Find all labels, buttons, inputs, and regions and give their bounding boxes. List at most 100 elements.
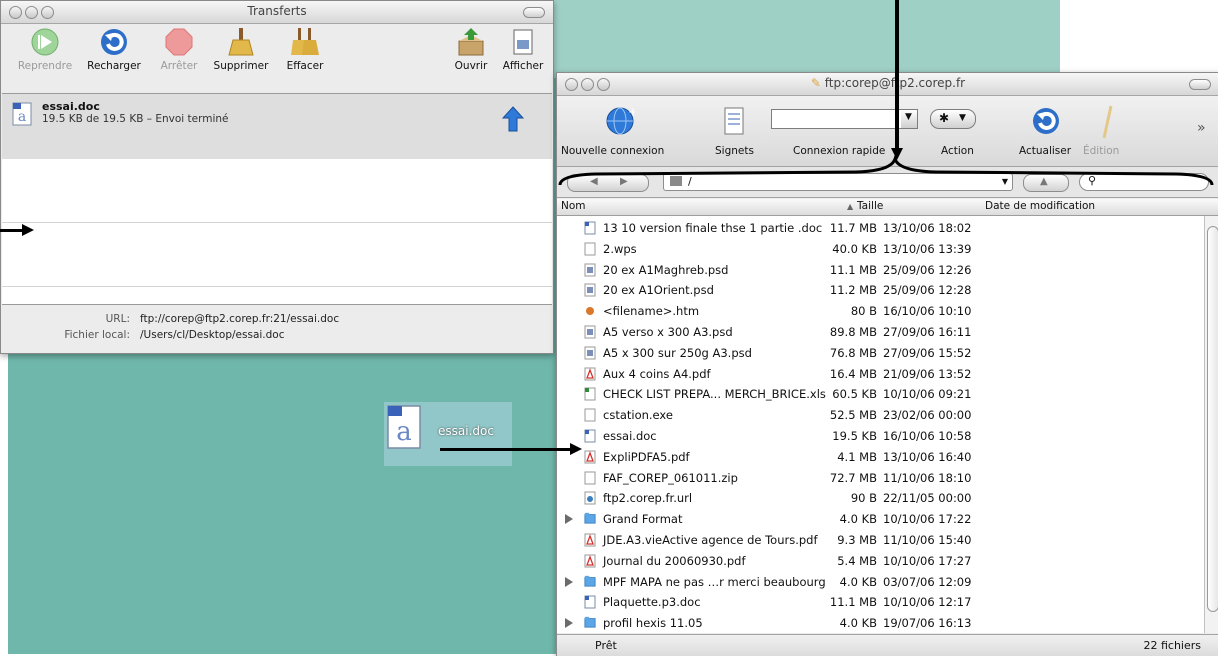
transfers-titlebar[interactable]: Transferts — [1, 1, 553, 24]
file-row[interactable]: CHECK LIST PREPA... MERCH_BRICE.xls 60.5 … — [557, 384, 1204, 405]
file-size: 76.8 MB — [829, 345, 877, 360]
file-file-icon — [584, 471, 596, 485]
file-row[interactable]: Grand Format 4.0 KB 10/10/06 17:22 — [557, 509, 1204, 530]
ftp-titlebar[interactable]: ✎ ftp:corep@ftp2.corep.fr — [557, 73, 1218, 96]
file-size: 89.8 MB — [829, 325, 877, 339]
toolbar-toggle-button[interactable] — [1189, 79, 1211, 90]
brooms-icon — [291, 28, 319, 55]
delete-button[interactable]: Supprimer — [208, 27, 274, 72]
doc-file-icon — [584, 595, 596, 609]
file-row[interactable]: 20 ex A1Orient.psd 11.2 MB 25/09/06 12:28 — [557, 280, 1204, 301]
file-row[interactable]: 20 ex A1Maghreb.psd 11.1 MB 25/09/06 12:26 — [557, 260, 1204, 281]
toolbar-toggle-button[interactable] — [523, 7, 545, 18]
annotation-arrow-line — [440, 448, 572, 451]
refresh-icon[interactable] — [1031, 106, 1061, 136]
transfer-row[interactable]: a essai.doc 19.5 KB de 19.5 KB – Envoi t… — [2, 94, 552, 159]
file-row[interactable]: 2.wps 40.0 KB 13/10/06 13:39 — [557, 239, 1204, 260]
file-row[interactable]: MPF MAPA ne pas …r merci beaubourg 4.0 KB… — [557, 572, 1204, 593]
file-size: 19.5 KB — [832, 429, 877, 443]
file-name: 2.wps — [603, 241, 637, 256]
toolbar-overflow-icon[interactable]: » — [1197, 120, 1206, 136]
psd-file-icon — [584, 283, 596, 297]
file-row[interactable]: A5 verso x 300 A3.psd 89.8 MB 27/09/06 16:… — [557, 322, 1204, 343]
file-name: Plaquette.p3.doc — [603, 595, 701, 610]
action-menu-button[interactable]: ✱ ▼ — [930, 109, 976, 129]
file-row[interactable]: <filename>.htm 80 B 16/10/06 10:10 — [557, 301, 1204, 322]
file-name: A5 verso x 300 A3.psd — [603, 325, 733, 339]
background-white-area — [1060, 0, 1218, 78]
show-file-icon — [513, 29, 533, 55]
disclosure-triangle-icon[interactable] — [565, 618, 573, 629]
column-header-date[interactable]: Date de modification — [985, 200, 1095, 212]
psd-file-icon — [584, 263, 596, 277]
annotation-arrow-line — [0, 229, 24, 232]
desktop-icon-label[interactable]: essai.doc — [438, 424, 494, 438]
url-label: URL: — [105, 313, 130, 325]
window-title: Transferts — [247, 4, 307, 18]
file-row[interactable]: profil hexis 11.05 4.0 KB 19/07/06 16:13 — [557, 613, 1204, 634]
file-size: 4.0 KB — [839, 574, 877, 589]
file-date: 16/10/06 10:58 — [883, 429, 972, 443]
disclosure-triangle-icon[interactable] — [565, 514, 573, 525]
pdf-file-icon — [584, 533, 596, 547]
reload-button[interactable]: Recharger — [83, 27, 145, 72]
svg-text:+: + — [628, 106, 635, 119]
svg-text:a: a — [396, 417, 412, 447]
file-row[interactable]: cstation.exe 52.5 MB 23/02/06 00:00 — [557, 405, 1204, 426]
file-size: 90 B — [850, 491, 877, 506]
file-row[interactable]: Aux 4 coins A4.pdf 16.4 MB 21/09/06 13:52 — [557, 364, 1204, 385]
column-header-size[interactable]: Taille — [857, 200, 883, 212]
file-name: ExpliPDFA5.pdf — [603, 449, 690, 464]
file-count: 22 fichiers — [1143, 639, 1201, 652]
vertical-scrollbar[interactable] — [1204, 216, 1218, 633]
stop-icon — [165, 28, 193, 56]
file-size: 11.1 MB — [829, 595, 877, 610]
doc-file-icon — [584, 221, 596, 235]
open-button[interactable]: Ouvrir — [449, 27, 493, 72]
file-date: 27/09/06 15:52 — [883, 345, 972, 360]
quick-connect-input[interactable] — [771, 109, 907, 129]
file-name: ftp2.corep.fr.url — [603, 491, 693, 506]
resume-button[interactable]: Reprendre — [15, 27, 75, 72]
file-size: 4.1 MB — [837, 449, 877, 464]
psd-file-icon — [584, 325, 596, 339]
file-row[interactable]: Journal du 20060930.pdf 5.4 MB 10/10/06 17… — [557, 551, 1204, 572]
file-date: 21/09/06 13:52 — [883, 366, 972, 381]
file-date: 23/02/06 00:00 — [883, 408, 972, 423]
scrollbar-thumb[interactable] — [1207, 226, 1218, 612]
file-row[interactable]: JDE.A3.vieActive agence de Tours.pdf 9.3 … — [557, 530, 1204, 551]
bookmarks-icon[interactable] — [723, 106, 745, 136]
local-file-label: Fichier local: — [64, 329, 130, 341]
column-header-name[interactable]: Nom — [561, 200, 586, 212]
file-row[interactable]: Plaquette.p3.doc 11.1 MB 10/10/06 12:17 — [557, 592, 1204, 613]
show-button[interactable]: Afficher — [499, 27, 547, 72]
url-file-icon — [584, 491, 596, 505]
annotation-arrow-right-icon — [570, 443, 582, 455]
file-date: 10/10/06 12:17 — [883, 595, 972, 610]
file-date: 27/09/06 16:11 — [883, 325, 972, 339]
quick-connect-dropdown[interactable]: ▼ — [901, 109, 918, 129]
globe-icon[interactable]: + — [605, 106, 635, 136]
file-list[interactable]: 13 10 version finale thse 1 partie .doc 1… — [557, 216, 1204, 633]
word-doc-icon[interactable]: a — [386, 404, 422, 450]
file-size: 80 B — [850, 304, 877, 319]
file-row[interactable]: ftp2.corep.fr.url 90 B 22/11/05 00:00 — [557, 488, 1204, 509]
transfer-list[interactable]: a essai.doc 19.5 KB de 19.5 KB – Envoi t… — [2, 93, 552, 305]
stop-button[interactable]: Arrêter — [153, 27, 205, 72]
file-date: 13/10/06 13:39 — [883, 241, 972, 256]
file-row[interactable]: ExpliPDFA5.pdf 4.1 MB 13/10/06 16:40 — [557, 447, 1204, 468]
disclosure-triangle-icon[interactable] — [565, 576, 573, 587]
file-row[interactable]: essai.doc 19.5 KB 16/10/06 10:58 — [557, 426, 1204, 447]
svg-text:a: a — [18, 109, 26, 125]
file-name: Grand Format — [603, 512, 683, 527]
file-name: JDE.A3.vieActive agence de Tours.pdf — [603, 533, 818, 547]
file-date: 13/10/06 18:02 — [883, 221, 972, 235]
file-file-icon — [584, 408, 596, 422]
doc-file-icon — [584, 429, 596, 443]
file-row[interactable]: A5 x 300 sur 250g A3.psd 76.8 MB 27/09/06 … — [557, 343, 1204, 364]
clear-button[interactable]: Effacer — [279, 27, 331, 72]
transfer-info-panel: URL: ftp://corep@ftp2.corep.fr:21/essai.… — [2, 305, 552, 353]
file-row[interactable]: 13 10 version finale thse 1 partie .doc 1… — [557, 218, 1204, 239]
file-row[interactable]: FAF_COREP_061011.zip 72.7 MB 11/10/06 18:1… — [557, 468, 1204, 489]
annotation-arrow-line — [895, 0, 899, 150]
